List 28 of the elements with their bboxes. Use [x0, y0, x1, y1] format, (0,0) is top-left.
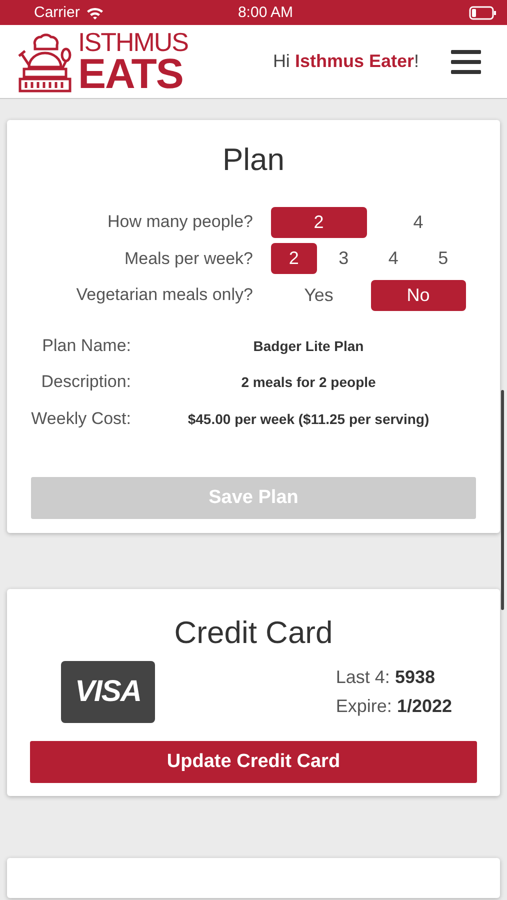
option-button[interactable]: No [370, 280, 466, 311]
card-brand-logo: VISA [61, 661, 155, 723]
detail-label: Plan Name: [41, 336, 131, 356]
question-label: Meals per week? [123, 248, 253, 269]
update-card-button[interactable]: Update Credit Card [30, 741, 477, 783]
option-button[interactable]: 4 [370, 206, 466, 238]
logo-wordmark: ISTHMUS [78, 28, 188, 54]
option-button[interactable]: 5 [420, 243, 466, 274]
logo-wordmark: EATS [78, 52, 183, 94]
detail-value: 2 meals for 2 people [240, 374, 377, 390]
option-button[interactable]: 2 [271, 243, 317, 274]
card-title: Credit Card [173, 615, 334, 651]
option-button[interactable]: 2 [271, 206, 366, 238]
option-button[interactable]: 3 [320, 243, 366, 274]
detail-value: Badger Lite Plan [252, 338, 365, 354]
expiry-text: Expire: 1/2022 [336, 696, 452, 717]
clock: 8:00 AM [238, 4, 294, 21]
detail-value: $45.00 per week ($11.25 per serving) [186, 410, 430, 427]
option-button[interactable]: Yes [271, 280, 366, 311]
option-button[interactable]: 4 [370, 243, 416, 274]
question-label: How many people? [106, 212, 253, 232]
carrier-label: Carrier [34, 4, 80, 21]
detail-label: Description: [40, 372, 131, 392]
detail-label: Weekly Cost: [31, 408, 131, 429]
card-title: Plan [221, 142, 286, 178]
greeting-text: Hi Isthmus Eater! [272, 51, 419, 72]
question-label: Vegetarian meals only? [75, 285, 253, 306]
last-four-text: Last 4: 5938 [336, 667, 436, 688]
